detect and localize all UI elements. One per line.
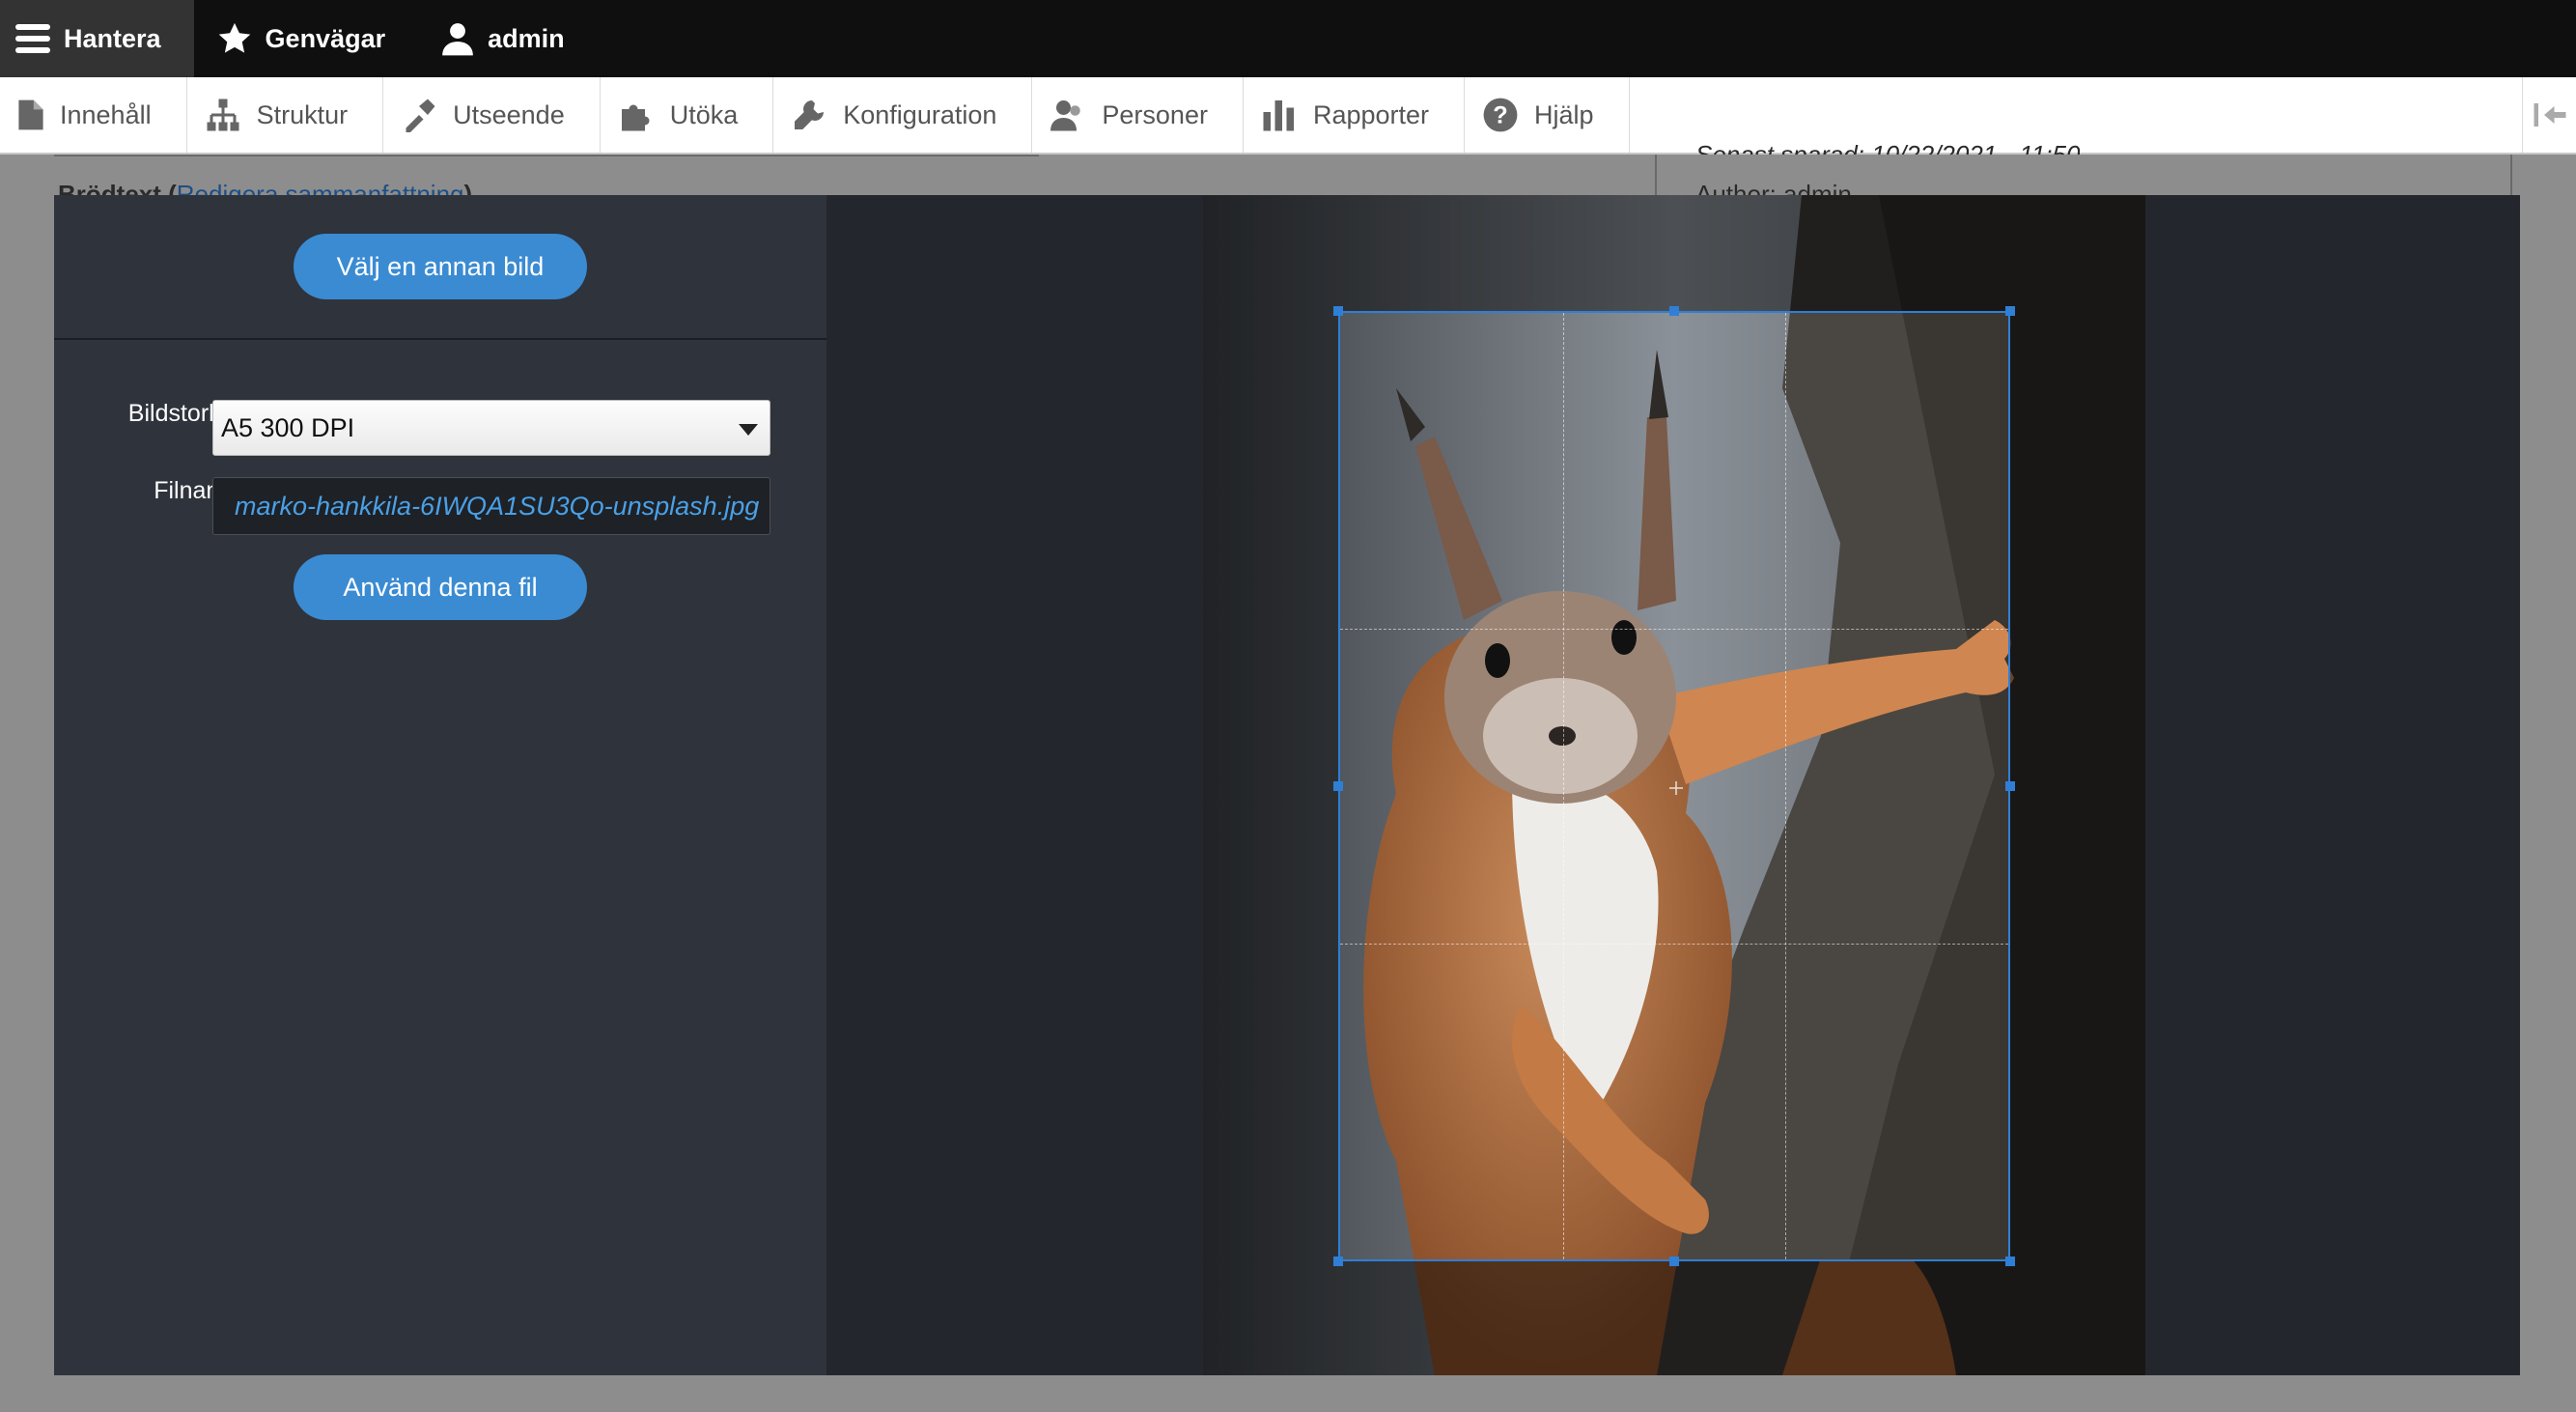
shortcuts-tab[interactable]: Genvägar: [194, 0, 419, 77]
menu-item-label: Hjälp: [1534, 99, 1594, 129]
squirrel-photo: [1203, 195, 2145, 1375]
admin-menu-tray: Innehåll Struktur Utseende Utöka Konfigu…: [0, 77, 2576, 155]
people-icon: [1050, 100, 1081, 131]
crop-handle-bottom[interactable]: [1669, 1257, 1679, 1266]
filename-input[interactable]: marko-hankkila-6IWQA1SU3Qo-unsplash.jpg: [212, 477, 770, 535]
shortcuts-label: Genvägar: [265, 23, 386, 53]
menu-item-people[interactable]: Personer: [1032, 77, 1244, 153]
user-label: admin: [488, 23, 565, 53]
menu-item-content[interactable]: Innehåll: [0, 77, 187, 153]
svg-text:?: ?: [1493, 102, 1507, 129]
crop-handle-bottom-right[interactable]: [2005, 1257, 2015, 1266]
user-tab[interactable]: admin: [418, 0, 598, 77]
image-size-select[interactable]: A5 300 DPI: [212, 400, 770, 456]
crop-handle-bottom-left[interactable]: [1333, 1257, 1343, 1266]
menu-item-reports[interactable]: Rapporter: [1244, 77, 1466, 153]
image-size-value: A5 300 DPI: [221, 412, 355, 442]
sidebar-header: Välj en annan bild: [54, 195, 826, 340]
menu-item-extend[interactable]: Utöka: [601, 77, 774, 153]
menu-item-label: Rapporter: [1312, 99, 1430, 129]
crop-selection[interactable]: [1338, 311, 2010, 1261]
chevron-down-icon: [739, 424, 758, 436]
crop-handle-right[interactable]: [2005, 781, 2015, 791]
menu-item-label: Personer: [1102, 99, 1208, 129]
user-icon: [442, 23, 473, 56]
menu-item-label: Konfiguration: [843, 99, 997, 129]
use-this-file-button[interactable]: Använd denna fil: [294, 554, 587, 620]
menu-item-help[interactable]: ? Hjälp: [1465, 77, 1630, 153]
image-canvas: [826, 195, 2520, 1375]
choose-other-image-button[interactable]: Välj en annan bild: [294, 234, 587, 299]
menu-item-label: Innehåll: [60, 99, 152, 129]
collapse-icon: [2534, 103, 2565, 127]
editor-sidebar: Välj en annan bild Bildstorlek : A5 300 …: [54, 195, 826, 1375]
manage-tab[interactable]: Hantera: [0, 0, 194, 77]
last-saved-text: Senast sparad: 10/22/2021 - 11:50: [1695, 140, 2081, 155]
wrench-icon: [795, 100, 825, 129]
crosshair-icon: [1669, 781, 1683, 795]
menu-item-appearance[interactable]: Utseende: [383, 77, 601, 153]
admin-toolbar: Hantera Genvägar admin: [0, 0, 2576, 77]
brush-icon: [406, 99, 435, 132]
crop-handle-top-left[interactable]: [1333, 306, 1343, 316]
menu-item-configuration[interactable]: Konfiguration: [773, 77, 1033, 153]
star-icon: [218, 22, 250, 53]
file-icon: [18, 99, 43, 130]
manage-label: Hantera: [64, 23, 161, 53]
collapse-tray-button[interactable]: [2522, 77, 2576, 153]
menu-item-label: Struktur: [256, 99, 349, 129]
crop-handle-top-right[interactable]: [2005, 306, 2015, 316]
puzzle-icon: [621, 104, 650, 131]
crop-handle-left[interactable]: [1333, 781, 1343, 791]
image-editor-modal: Välj en annan bild Bildstorlek : A5 300 …: [54, 195, 2520, 1375]
structure-icon: [207, 99, 239, 131]
filename-value: marko-hankkila-6IWQA1SU3Qo-unsplash.jpg: [235, 491, 760, 521]
crop-handle-top[interactable]: [1669, 306, 1679, 316]
help-icon: ?: [1483, 98, 1518, 132]
menu-item-label: Utseende: [453, 99, 565, 129]
menu-item-label: Utöka: [669, 99, 739, 129]
menu-item-structure[interactable]: Struktur: [187, 77, 384, 153]
menu-icon: [15, 24, 50, 53]
bar-chart-icon: [1263, 100, 1294, 131]
